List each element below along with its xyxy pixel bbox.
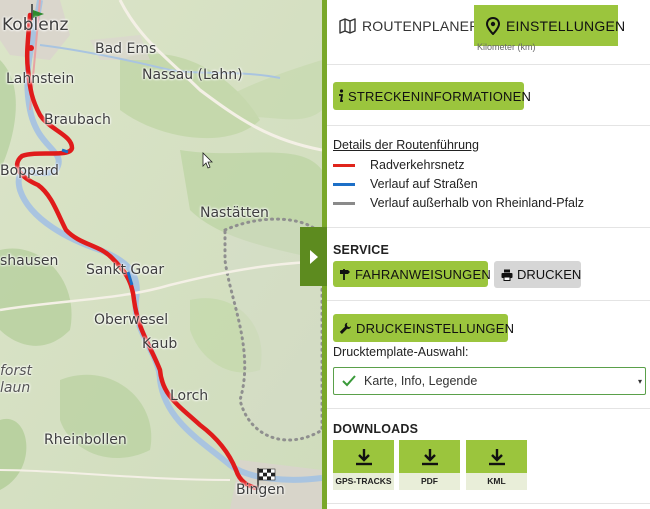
divider (327, 408, 650, 409)
place-label: Bad Ems (95, 41, 157, 57)
downloads-title: DOWNLOADS (333, 422, 419, 436)
legend-swatch (333, 182, 355, 186)
wrench-icon (339, 322, 352, 335)
place-label: Oberwesel (94, 312, 169, 328)
download-label: GPS-TRACKS (335, 476, 392, 486)
tab-label: ROUTENPLANER (362, 17, 480, 34)
tab-bar: ROUTENPLANER EINSTELLUNGEN (327, 0, 650, 46)
place-label: Braubach (44, 112, 111, 128)
download-label: PDF (421, 476, 438, 486)
button-label: DRUCKEINSTELLUNGEN (356, 320, 515, 336)
legend-label: Verlauf auf Straßen (370, 177, 478, 191)
download-kml-button[interactable]: KML (466, 440, 527, 490)
signpost-icon (339, 268, 351, 281)
chevron-right-icon (309, 249, 318, 264)
legend-item: Verlauf auf Straßen (333, 176, 478, 192)
place-label: Kaub (142, 336, 178, 352)
divider (327, 227, 650, 228)
fahranweisungen-button[interactable]: FAHRANWEISUNGEN (333, 261, 491, 287)
download-pdf-button[interactable]: PDF (399, 440, 460, 490)
divider (327, 300, 650, 301)
details-title: Details der Routenführung (333, 138, 479, 152)
divider (327, 503, 650, 504)
download-icon (421, 448, 438, 465)
select-caret-icon: ▾ (637, 377, 642, 386)
download-icon-area (399, 440, 460, 473)
place-label: forst (0, 363, 33, 379)
location-pin-icon (486, 16, 500, 35)
tab-routenplaner[interactable]: ROUTENPLANER (337, 5, 479, 46)
legend-label: Verlauf außerhalb von Rheinland-Pfalz (370, 196, 585, 210)
service-title: SERVICE (333, 243, 390, 257)
place-label: Lorch (170, 388, 209, 404)
button-label: FAHRANWEISUNGEN (355, 266, 491, 282)
druckeinstellungen-button[interactable]: DRUCKEINSTELLUNGEN (333, 314, 514, 342)
legend-swatch (333, 201, 355, 205)
place-label: Rheinbollen (44, 432, 127, 448)
info-icon (337, 89, 345, 103)
legend-item: Radverkehrsnetz (333, 157, 465, 173)
streckeninformationen-button[interactable]: STRECKENINFORMATIONEN (333, 82, 531, 110)
download-icon-area (333, 440, 394, 473)
button-label: DRUCKEN (517, 267, 582, 282)
download-icon (355, 448, 372, 465)
legend-label: Radverkehrsnetz (370, 158, 465, 172)
collapse-panel-button[interactable] (300, 227, 327, 286)
place-label: Lahnstein (6, 71, 75, 87)
drucktemplate-label: Drucktemplate-Auswahl: (333, 345, 469, 359)
route-map[interactable]: Koblenz Bad Ems Lahnstein Nassau (Lahn) … (0, 0, 322, 509)
download-label: KML (487, 476, 506, 486)
place-label: Koblenz (2, 15, 69, 35)
divider (327, 64, 650, 65)
place-label: Nassau (Lahn) (142, 67, 243, 83)
place-label: Sankt Goar (86, 262, 165, 278)
settings-panel: ROUTENPLANER EINSTELLUNGEN Kilometer (km… (327, 0, 650, 509)
place-label: Bingen (236, 482, 285, 498)
place-label: laun (0, 380, 31, 396)
divider (327, 125, 650, 126)
button-label: STRECKENINFORMATIONEN (348, 88, 532, 104)
place-label: Boppard (0, 163, 59, 179)
printer-icon (501, 269, 513, 281)
legend-item: Verlauf außerhalb von Rheinland-Pfalz (333, 195, 584, 211)
drucktemplate-select[interactable]: Karte, Info, Legende ▾ (333, 367, 646, 395)
download-icon (488, 448, 505, 465)
place-label: Nastätten (200, 205, 269, 221)
legend-swatch (333, 163, 355, 167)
drucken-button[interactable]: DRUCKEN (494, 261, 581, 288)
place-label: shausen (0, 253, 59, 269)
tab-einstellungen[interactable]: EINSTELLUNGEN (474, 5, 625, 46)
tab-label: EINSTELLUNGEN (506, 17, 626, 34)
download-gps-tracks-button[interactable]: GPS-TRACKS (333, 440, 394, 490)
map-icon (339, 17, 356, 34)
clipped-unit-label: Kilometer (km) (477, 42, 536, 52)
check-icon (342, 375, 356, 387)
download-icon-area (466, 440, 527, 473)
select-value: Karte, Info, Legende (364, 374, 478, 388)
